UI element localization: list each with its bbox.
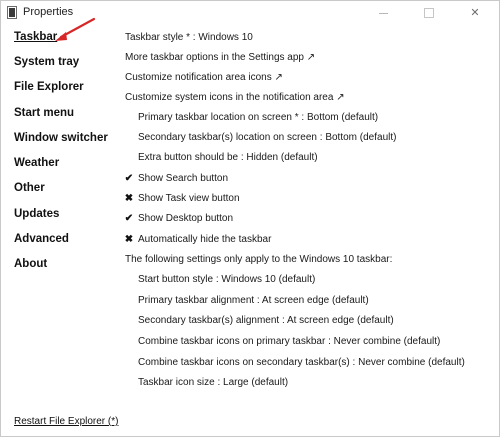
show-search-label: Show Search button bbox=[138, 173, 229, 184]
taskbar-style-setting[interactable]: Taskbar style * : Windows 10 bbox=[125, 32, 253, 43]
show-desktop-toggle[interactable]: ✔ Show Desktop button bbox=[125, 213, 234, 224]
properties-window: Properties ✕ Taskbar System tray File Ex… bbox=[0, 0, 500, 437]
cross-icon: ✖ bbox=[124, 193, 134, 204]
show-desktop-label: Show Desktop button bbox=[138, 213, 234, 224]
show-search-toggle[interactable]: ✔ Show Search button bbox=[125, 173, 229, 184]
primary-taskbar-location-setting[interactable]: Primary taskbar location on screen * : B… bbox=[138, 112, 378, 123]
extra-button-setting[interactable]: Extra button should be : Hidden (default… bbox=[138, 152, 318, 163]
secondary-alignment-setting[interactable]: Secondary taskbar(s) alignment : At scre… bbox=[138, 315, 394, 326]
checkmark-icon: ✔ bbox=[124, 213, 134, 224]
combine-primary-setting[interactable]: Combine taskbar icons on primary taskbar… bbox=[138, 336, 440, 347]
taskbar-icon-size-setting[interactable]: Taskbar icon size : Large (default) bbox=[138, 377, 288, 388]
system-icons-link[interactable]: Customize system icons in the notificati… bbox=[125, 92, 345, 103]
more-taskbar-options-link[interactable]: More taskbar options in the Settings app… bbox=[125, 52, 315, 63]
windows10-note: The following settings only apply to the… bbox=[125, 254, 393, 265]
notification-area-icons-link[interactable]: Customize notification area icons ↗ bbox=[125, 72, 283, 83]
start-button-style-setting[interactable]: Start button style : Windows 10 (default… bbox=[138, 274, 315, 285]
settings-panel: Taskbar style * : Windows 10 More taskba… bbox=[1, 1, 500, 438]
auto-hide-label: Automatically hide the taskbar bbox=[138, 234, 272, 245]
secondary-taskbar-location-setting[interactable]: Secondary taskbar(s) location on screen … bbox=[138, 132, 396, 143]
cross-icon: ✖ bbox=[124, 234, 134, 245]
show-task-view-toggle[interactable]: ✖ Show Task view button bbox=[125, 193, 240, 204]
checkmark-icon: ✔ bbox=[124, 173, 134, 184]
auto-hide-toggle[interactable]: ✖ Automatically hide the taskbar bbox=[125, 234, 272, 245]
combine-secondary-setting[interactable]: Combine taskbar icons on secondary taskb… bbox=[138, 357, 465, 368]
primary-alignment-setting[interactable]: Primary taskbar alignment : At screen ed… bbox=[138, 295, 369, 306]
show-task-view-label: Show Task view button bbox=[138, 193, 240, 204]
